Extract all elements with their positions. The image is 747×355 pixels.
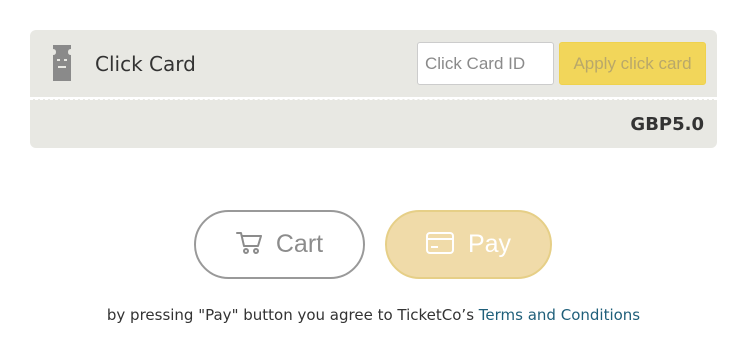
pay-label: Pay [467,230,512,258]
click-card-id-input[interactable] [417,42,554,85]
click-card-label: Click Card [95,52,196,76]
credit-card-icon [425,231,454,258]
apply-click-card-button[interactable]: Apply click card [559,42,706,85]
cart-icon [235,231,262,259]
total-amount: GBP5.0 [630,114,704,135]
click-card-panel: Click Card Apply click card GBP5.0 [30,30,717,148]
cart-label: Cart [275,230,324,258]
total-row: GBP5.0 [30,99,717,148]
ticket-icon [50,45,74,81]
terms-and-conditions-link[interactable]: Terms and Conditions [479,306,640,324]
terms-notice: by pressing "Pay" button you agree to Ti… [0,306,747,324]
cart-button[interactable]: Cart [194,210,365,279]
pay-button[interactable]: Pay [385,210,552,279]
terms-text: by pressing "Pay" button you agree to Ti… [106,306,479,324]
click-card-row: Click Card Apply click card [30,30,717,97]
